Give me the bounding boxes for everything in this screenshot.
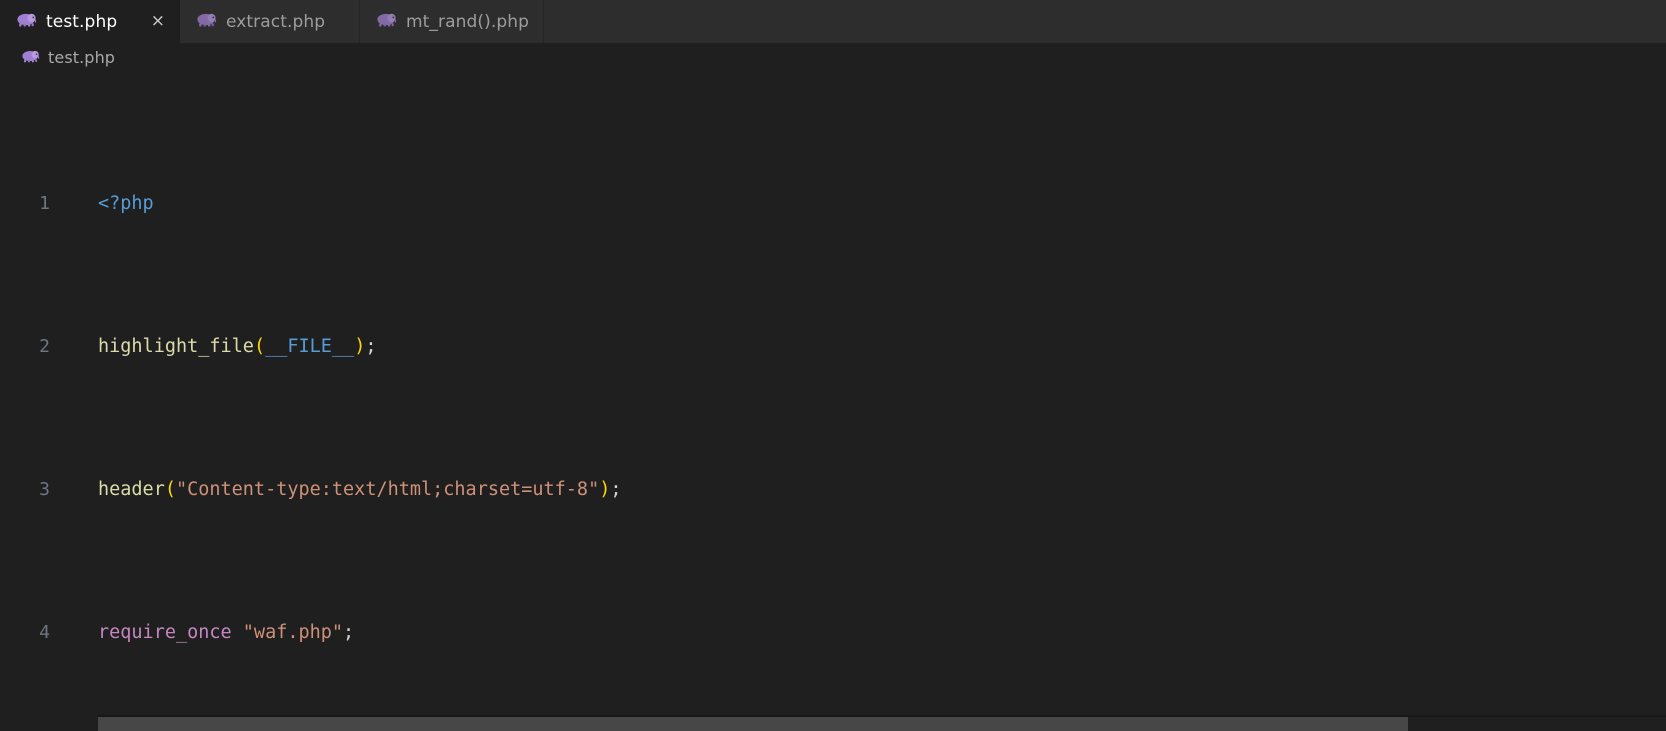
- breadcrumb[interactable]: test.php: [0, 43, 1666, 71]
- horizontal-scrollbar[interactable]: [98, 717, 1666, 731]
- php-elephant-icon: [17, 12, 37, 31]
- token-string: "waf.php": [242, 622, 344, 644]
- php-elephant-icon: [22, 48, 40, 67]
- php-elephant-icon: [197, 12, 217, 31]
- token-paren: (: [164, 479, 176, 501]
- tab-label: mt_rand().php: [406, 11, 530, 32]
- line-number: 4: [39, 622, 50, 644]
- tab-test-php[interactable]: test.php ×: [0, 0, 180, 43]
- code-line[interactable]: 1 <?php: [0, 190, 1666, 219]
- code-editor[interactable]: 1 <?php 2 highlight_file(__FILE__); 3 he…: [0, 71, 1666, 731]
- token-keyword: require_once: [98, 622, 232, 644]
- tab-mt-rand-php[interactable]: mt_rand().php: [360, 0, 545, 43]
- token-paren: ): [599, 479, 611, 501]
- token-constant: __FILE__: [265, 336, 355, 358]
- php-elephant-icon: [377, 12, 397, 31]
- code-line[interactable]: 4 require_once "waf.php";: [0, 619, 1666, 648]
- token-paren: ): [354, 336, 366, 358]
- token-semicolon: ;: [610, 479, 622, 501]
- tab-label: test.php: [46, 11, 118, 32]
- close-icon[interactable]: ×: [129, 13, 165, 30]
- token-function: header: [98, 479, 165, 501]
- code-line[interactable]: 2 highlight_file(__FILE__);: [0, 333, 1666, 362]
- editor-tab-bar: test.php × extract.php mt_rand().php: [0, 0, 1666, 43]
- line-number: 2: [39, 336, 50, 358]
- line-number: 3: [39, 479, 50, 501]
- scrollbar-thumb[interactable]: [98, 717, 1408, 731]
- tab-label: extract.php: [226, 11, 326, 32]
- code-content[interactable]: 1 <?php 2 highlight_file(__FILE__); 3 he…: [0, 71, 1666, 731]
- token-semicolon: ;: [343, 622, 355, 644]
- line-number: 1: [39, 193, 50, 215]
- code-line[interactable]: 3 header("Content-type:text/html;charset…: [0, 476, 1666, 505]
- token-php-open: <?php: [98, 193, 154, 215]
- breadcrumb-label: test.php: [48, 47, 116, 67]
- token-string: "Content-type:text/html;charset=utf-8": [175, 479, 600, 501]
- line-text: highlight_file(__FILE__);: [68, 333, 1666, 362]
- line-text: require_once "waf.php";: [68, 619, 1666, 648]
- token-semicolon: ;: [365, 336, 377, 358]
- token-function: highlight_file: [98, 336, 254, 358]
- line-text: header("Content-type:text/html;charset=u…: [68, 476, 1666, 505]
- line-text: <?php: [68, 190, 1666, 219]
- token-paren: (: [253, 336, 266, 358]
- tab-extract-php[interactable]: extract.php: [180, 0, 360, 43]
- tab-bar-empty-space: [544, 0, 1666, 43]
